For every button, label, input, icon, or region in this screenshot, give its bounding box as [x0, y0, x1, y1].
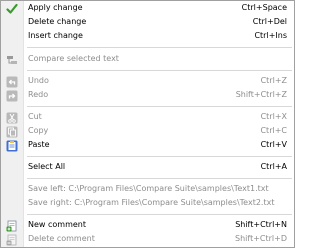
menu-item-label: Save left: C:\Program Files\Compare Suit…: [28, 184, 269, 193]
menu-item-new-comment[interactable]: New comment Shift+Ctrl+N: [1, 218, 294, 233]
menu-item-shortcut: Ctrl+Z: [260, 76, 287, 85]
menu-item-save-left[interactable]: Save left: C:\Program Files\Compare Suit…: [1, 182, 294, 197]
menu-item-shortcut: Ctrl+A: [260, 162, 287, 171]
copy-icon: [5, 125, 18, 138]
menu-item-delete-comment[interactable]: Delete comment Shift+Ctrl+D: [1, 232, 294, 247]
menu-item-shortcut: Ctrl+Space: [241, 3, 287, 12]
redo-icon: [5, 89, 18, 102]
menu-item-delete-change[interactable]: Delete change Ctrl+Del: [1, 15, 294, 30]
menu-item-label: Delete comment: [28, 234, 95, 243]
menu-item-save-right[interactable]: Save right: C:\Program Files\Compare Sui…: [1, 196, 294, 211]
menu-item-redo[interactable]: Redo Shift+Ctrl+Z: [1, 88, 294, 103]
menu-separator: [27, 178, 292, 179]
menu-item-shortcut: Ctrl+Ins: [254, 31, 287, 40]
menu-item-label: Delete change: [28, 17, 87, 26]
add-comment-icon: [5, 219, 18, 232]
menu-separator: [27, 70, 292, 71]
menu-item-cut[interactable]: Cut Ctrl+X: [1, 110, 294, 125]
menu-item-label: Insert change: [28, 31, 83, 40]
menu-item-label: Save right: C:\Program Files\Compare Sui…: [28, 198, 275, 207]
menu-item-label: Select All: [28, 162, 66, 171]
delete-comment-icon: [5, 233, 18, 246]
menu-item-shortcut: Shift+Ctrl+D: [235, 234, 287, 243]
context-menu: Apply change Ctrl+Space Delete change Ct…: [0, 0, 295, 248]
menu-item-paste[interactable]: Paste Ctrl+V: [1, 138, 294, 153]
menu-item-label: Copy: [28, 126, 49, 135]
menu-item-apply-change[interactable]: Apply change Ctrl+Space: [1, 1, 294, 16]
compare-icon: [5, 53, 18, 66]
menu-item-label: Apply change: [28, 3, 83, 12]
menu-item-select-all[interactable]: Select All Ctrl+A: [1, 160, 294, 175]
menu-item-shortcut: Ctrl+X: [260, 112, 287, 121]
menu-item-copy[interactable]: Copy Ctrl+C: [1, 124, 294, 139]
menu-item-label: Paste: [28, 140, 50, 149]
menu-separator: [27, 156, 292, 157]
check-icon: [5, 2, 18, 15]
menu-item-label: Cut: [28, 112, 42, 121]
menu-item-shortcut: Ctrl+Del: [252, 17, 287, 26]
undo-icon: [5, 75, 18, 88]
menu-item-label: New comment: [28, 220, 86, 229]
menu-item-undo[interactable]: Undo Ctrl+Z: [1, 74, 294, 89]
menu-item-insert-change[interactable]: Insert change Ctrl+Ins: [1, 29, 294, 44]
menu-item-label: Redo: [28, 90, 49, 99]
menu-separator: [27, 214, 292, 215]
paste-icon: [5, 139, 18, 152]
menu-item-label: Undo: [28, 76, 49, 85]
menu-item-shortcut: Shift+Ctrl+Z: [235, 90, 287, 99]
menu-separator: [27, 47, 292, 48]
menu-item-label: Compare selected text: [28, 54, 119, 63]
menu-item-compare-selected-text[interactable]: Compare selected text: [1, 52, 294, 67]
menu-item-shortcut: Shift+Ctrl+N: [235, 220, 287, 229]
menu-item-shortcut: Ctrl+V: [260, 140, 287, 149]
menu-item-shortcut: Ctrl+C: [260, 126, 287, 135]
scissors-icon: [5, 111, 18, 124]
menu-separator: [27, 106, 292, 107]
